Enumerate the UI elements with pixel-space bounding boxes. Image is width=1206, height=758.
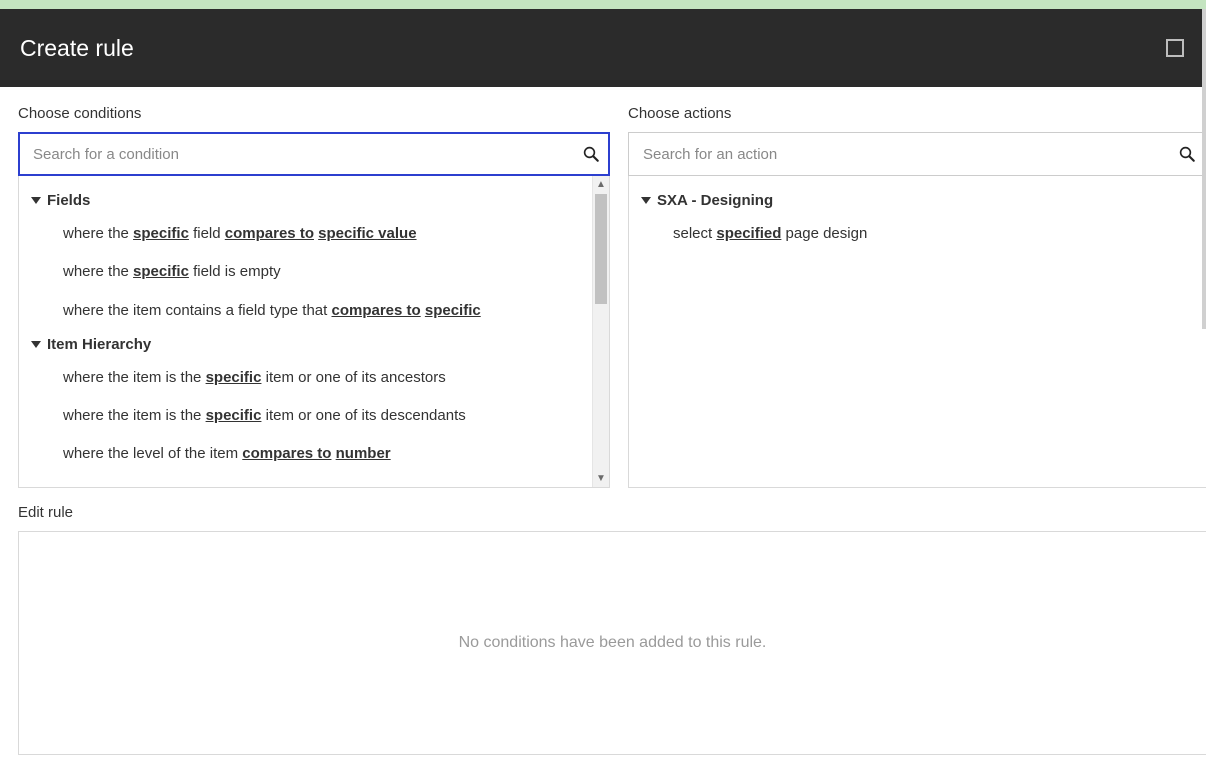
conditions-column: Choose conditions Fields where the specif… (18, 105, 610, 488)
rule-token[interactable]: specified (716, 225, 781, 242)
scroll-up-icon[interactable]: ▲ (593, 176, 609, 193)
conditions-item[interactable]: where the specific field is empty (27, 253, 609, 291)
collapse-icon (31, 341, 41, 348)
rule-token[interactable]: number (336, 445, 391, 462)
scroll-thumb[interactable] (595, 194, 607, 304)
dialog-title: Create rule (20, 35, 134, 62)
content-row: Choose conditions Fields where the specif… (0, 87, 1206, 488)
conditions-label: Choose conditions (18, 105, 610, 122)
search-icon[interactable] (1178, 145, 1196, 163)
page-scrollbar[interactable] (1202, 9, 1206, 329)
collapse-icon (641, 197, 651, 204)
conditions-item[interactable]: where the specific field compares to spe… (27, 215, 609, 253)
actions-search-input[interactable] (628, 132, 1206, 176)
rule-token[interactable]: specific value (318, 225, 416, 242)
rule-token[interactable]: specific (133, 263, 189, 280)
scroll-down-icon[interactable]: ▼ (593, 470, 609, 487)
collapse-icon (31, 197, 41, 204)
conditions-item[interactable]: where the item is the specific item or o… (27, 397, 609, 435)
actions-label: Choose actions (628, 105, 1206, 122)
actions-group-label: SXA - Designing (657, 192, 773, 209)
conditions-search-input[interactable] (18, 132, 610, 176)
edit-rule-label: Edit rule (18, 504, 1206, 521)
rule-token[interactable]: specific (133, 225, 189, 242)
rule-token[interactable]: specific (425, 302, 481, 319)
rule-token[interactable]: compares to (242, 445, 331, 462)
conditions-search-wrap (18, 132, 610, 176)
conditions-list: Fields where the specific field compares … (18, 176, 610, 488)
conditions-scrollbar[interactable]: ▲ ▼ (592, 176, 609, 487)
dialog-header: Create rule (0, 9, 1206, 87)
actions-group-header[interactable]: SXA - Designing (637, 186, 1206, 215)
conditions-group-header[interactable]: Fields (27, 186, 609, 215)
maximize-icon[interactable] (1166, 39, 1184, 57)
search-icon[interactable] (582, 145, 600, 163)
rule-token[interactable]: compares to (225, 225, 314, 242)
edit-rule-empty-message: No conditions have been added to this ru… (459, 634, 767, 652)
conditions-item[interactable]: where the item is the specific item or o… (27, 359, 609, 397)
top-strip (0, 0, 1206, 9)
rule-token[interactable]: specific (206, 407, 262, 424)
edit-rule-section: Edit rule No conditions have been added … (0, 488, 1206, 755)
conditions-group-label: Item Hierarchy (47, 336, 151, 353)
actions-column: Choose actions SXA - Designing select spe… (628, 105, 1206, 488)
rule-token[interactable]: compares to (331, 302, 420, 319)
actions-list: SXA - Designing select specified page des… (628, 176, 1206, 488)
actions-item[interactable]: select specified page design (637, 215, 1206, 253)
rule-token[interactable]: specific (206, 369, 262, 386)
conditions-item[interactable]: where the item contains a field type tha… (27, 292, 609, 330)
actions-search-wrap (628, 132, 1206, 176)
conditions-item[interactable]: where the level of the item compares to … (27, 435, 609, 473)
edit-rule-box: No conditions have been added to this ru… (18, 531, 1206, 755)
conditions-group-label: Fields (47, 192, 90, 209)
conditions-group-header[interactable]: Item Hierarchy (27, 330, 609, 359)
